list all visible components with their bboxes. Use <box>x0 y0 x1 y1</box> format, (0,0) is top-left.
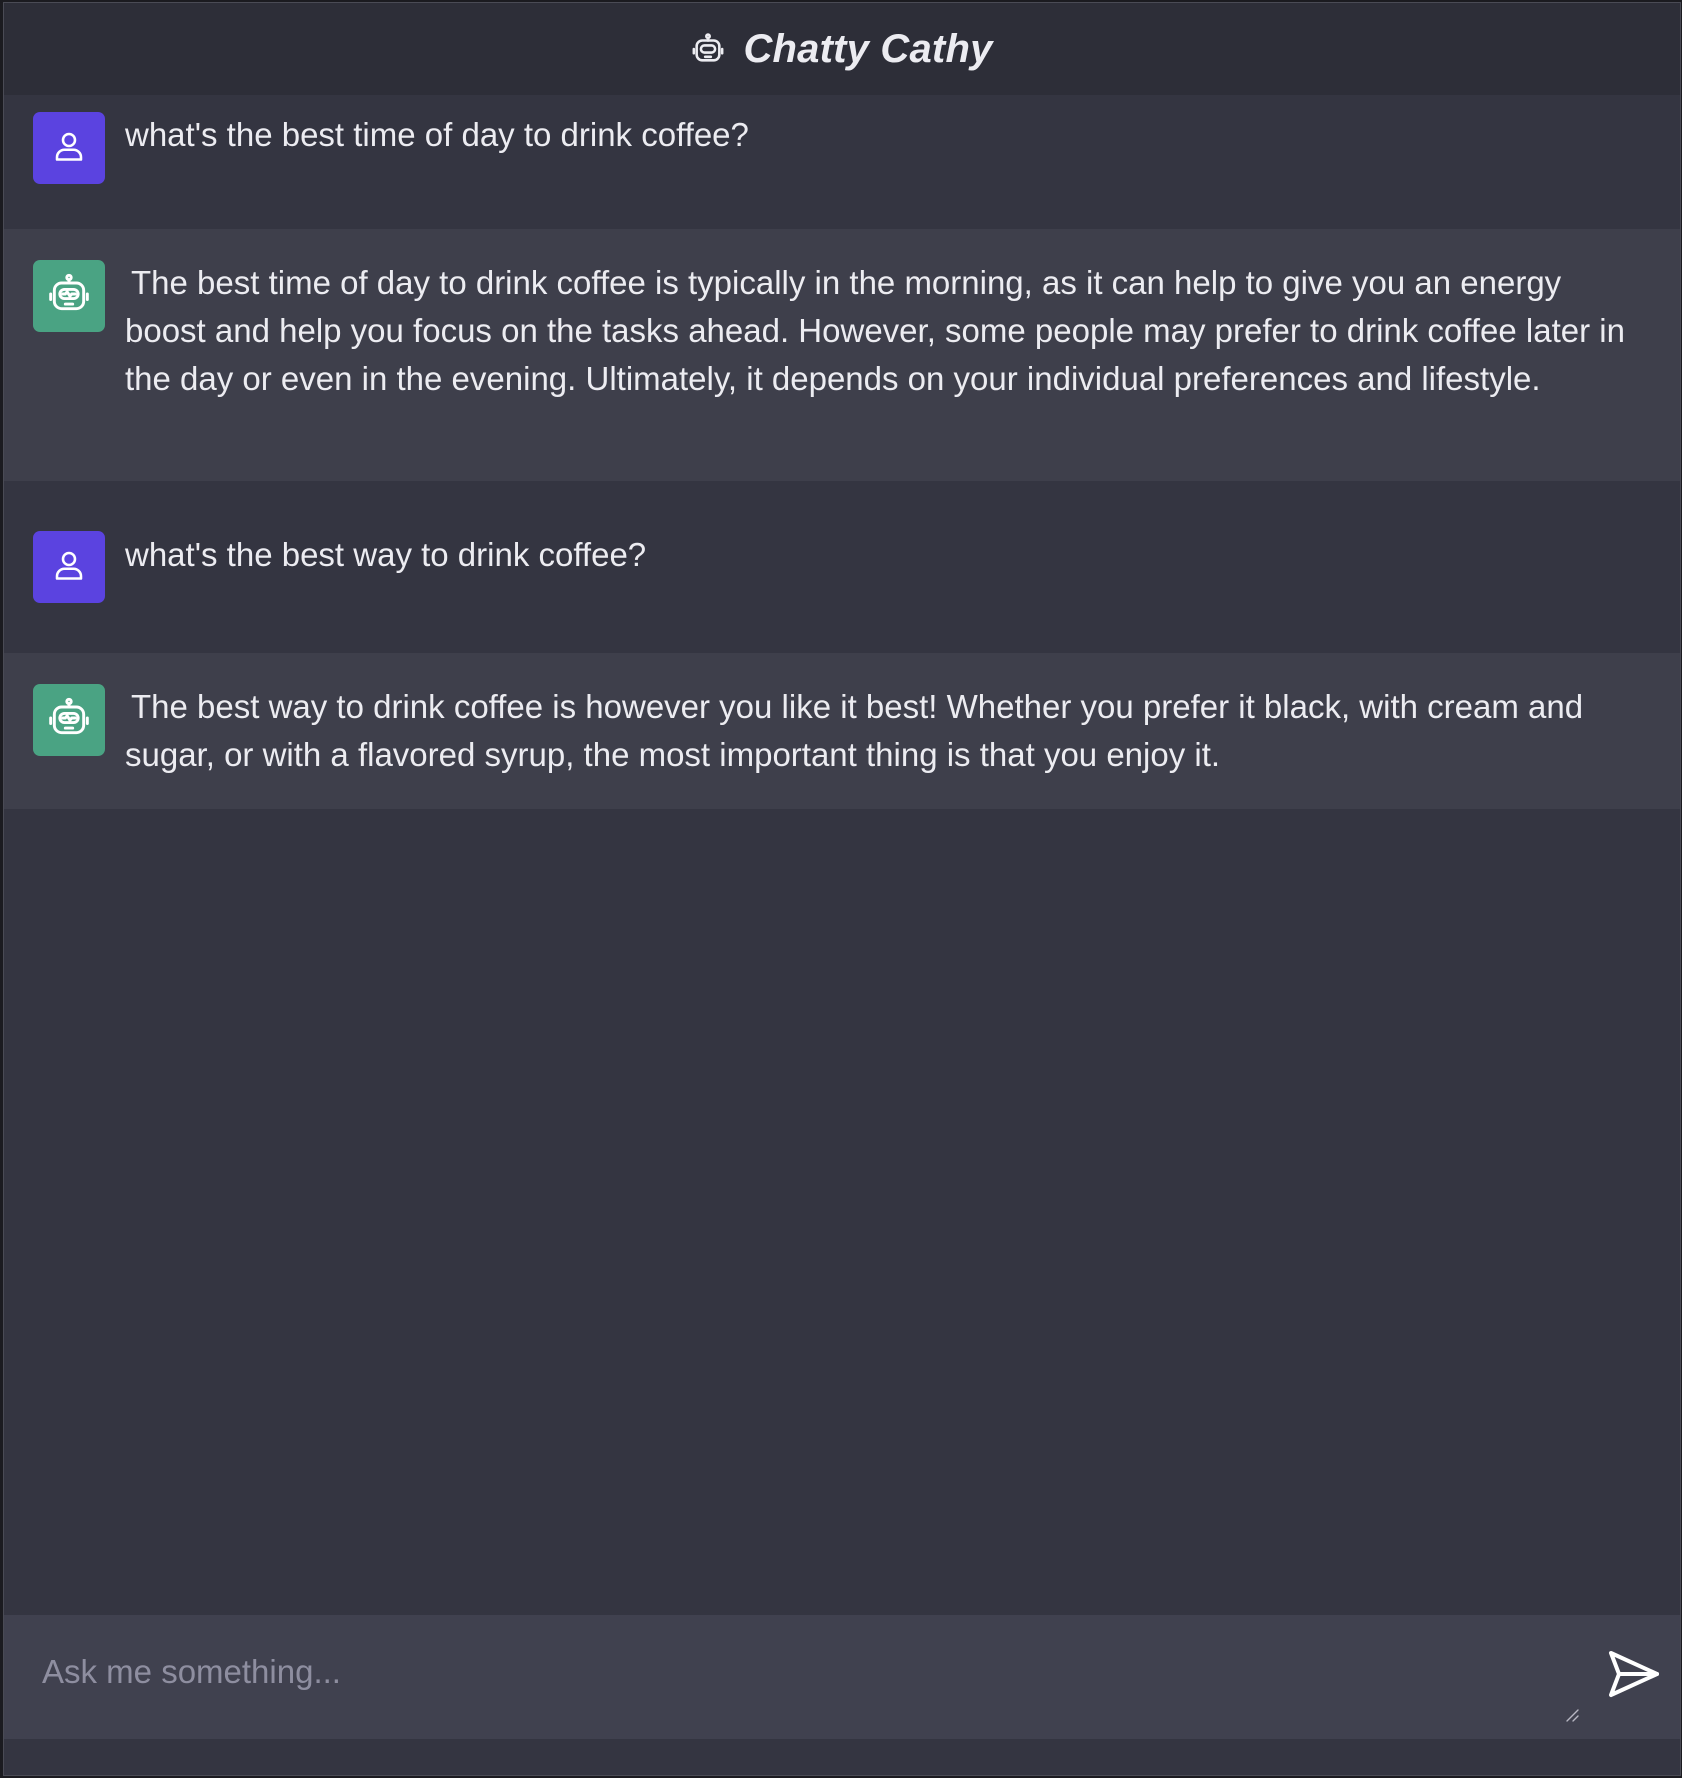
resize-handle-icon[interactable] <box>1564 1707 1580 1723</box>
chat-header: Chatty Cathy <box>4 3 1680 95</box>
robot-icon <box>691 32 725 66</box>
user-icon <box>51 128 87 169</box>
send-button[interactable] <box>1604 1649 1662 1701</box>
user-message: what's the best way to drink coffee? <box>4 481 1680 653</box>
robot-icon <box>47 696 91 745</box>
assistant-avatar <box>33 260 105 332</box>
message-text: what's the best way to drink coffee? <box>125 536 647 573</box>
message-text: The best time of day to drink coffee is … <box>125 264 1625 397</box>
robot-icon <box>47 272 91 321</box>
message-input[interactable] <box>4 1615 1594 1739</box>
app-title: Chatty Cathy <box>743 26 993 71</box>
send-icon <box>1605 1651 1661 1702</box>
assistant-avatar <box>33 684 105 756</box>
user-icon <box>51 547 87 588</box>
message-thread: what's the best time of day to drink cof… <box>4 95 1680 809</box>
message-text: The best way to drink coffee is however … <box>125 688 1584 773</box>
assistant-message: The best time of day to drink coffee is … <box>4 229 1680 481</box>
chat-window: Chatty Cathy what's the best time of day… <box>3 2 1681 1776</box>
user-avatar <box>33 112 105 184</box>
chat-input-bar <box>4 1615 1680 1739</box>
assistant-message: The best way to drink coffee is however … <box>4 653 1680 809</box>
message-text: what's the best time of day to drink cof… <box>125 116 749 153</box>
user-message: what's the best time of day to drink cof… <box>4 95 1680 229</box>
user-avatar <box>33 531 105 603</box>
